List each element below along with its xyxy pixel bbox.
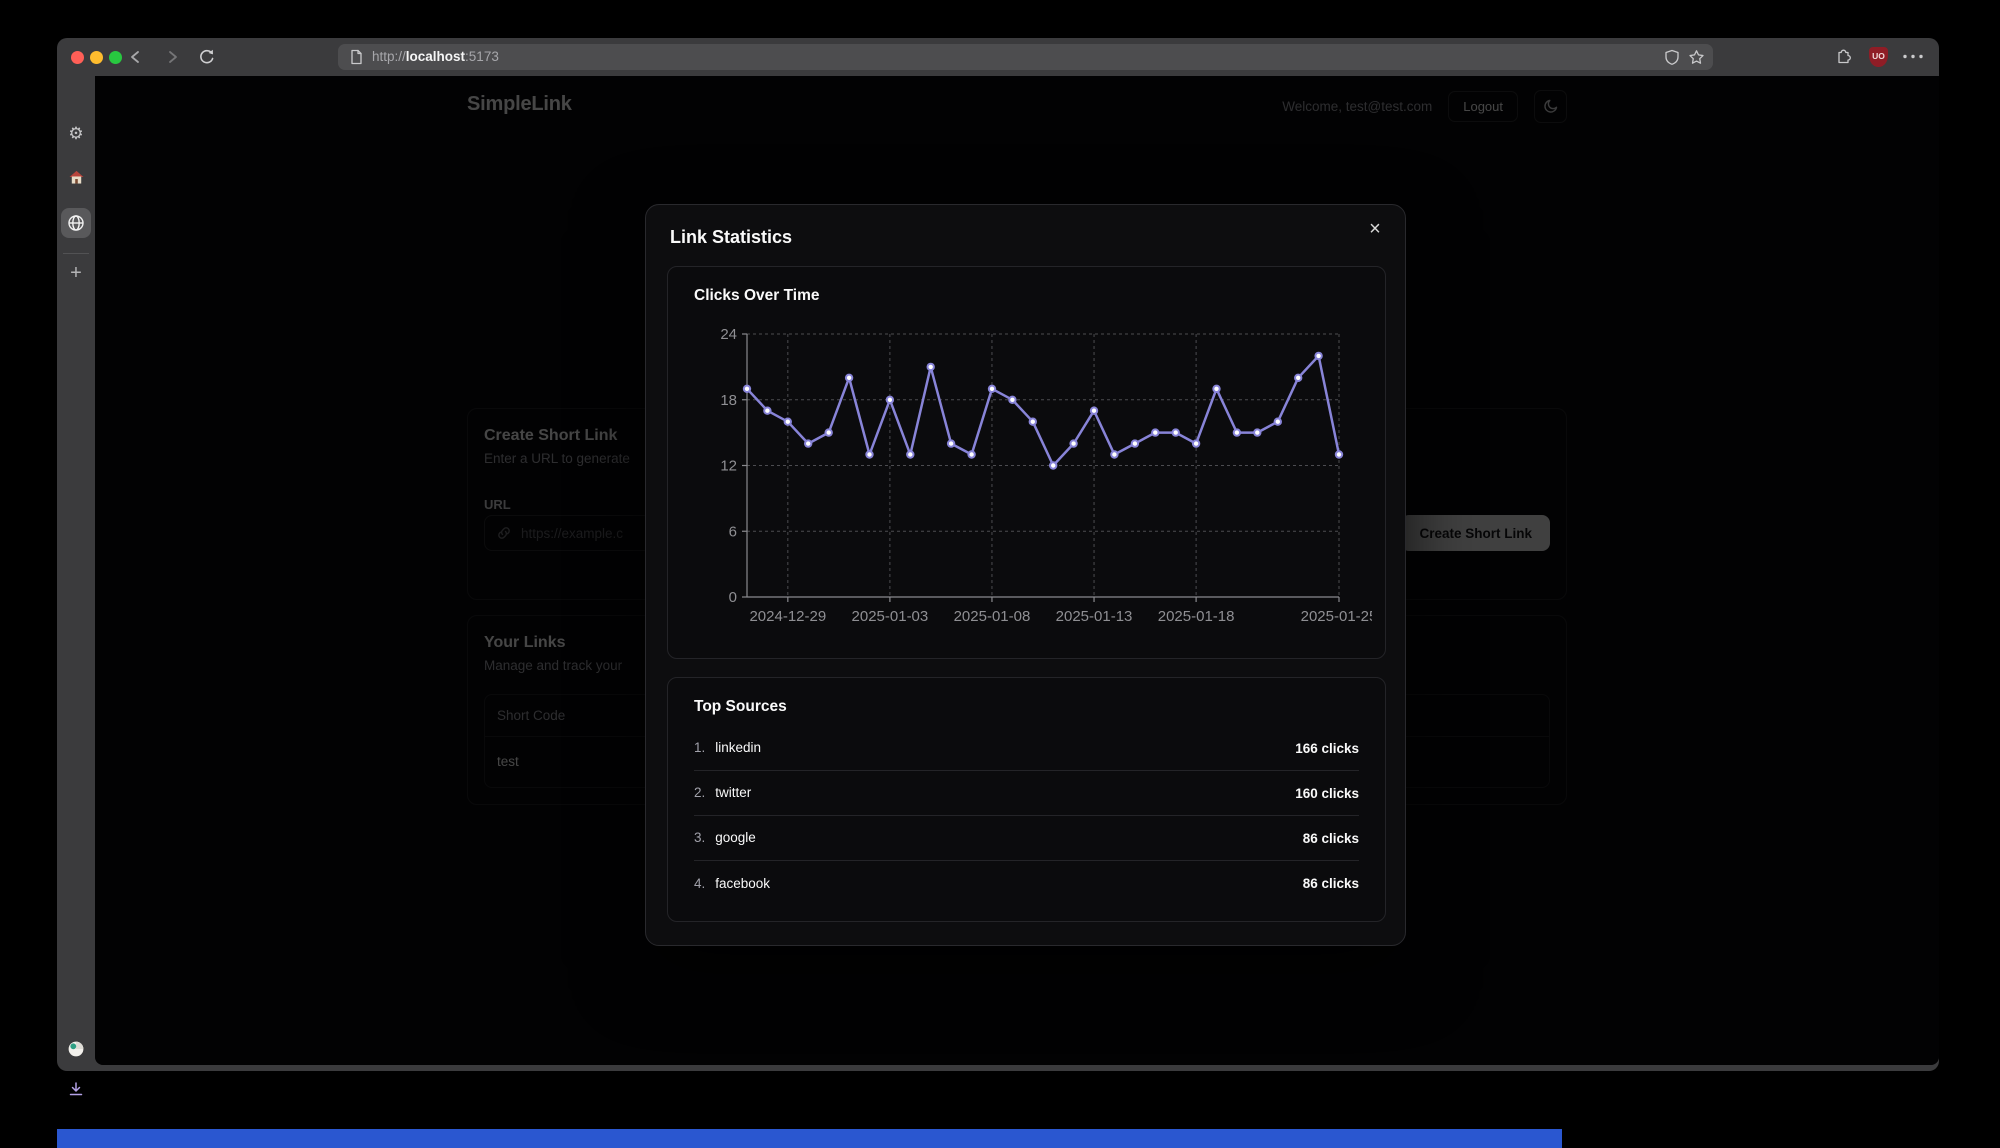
source-clicks: 166 clicks — [1295, 741, 1359, 756]
url-host: localhost — [406, 49, 465, 64]
back-icon[interactable] — [127, 48, 145, 66]
window-minimize-button[interactable] — [90, 51, 103, 64]
extensions-puzzle-icon[interactable] — [1834, 47, 1854, 67]
svg-text:2025-01-13: 2025-01-13 — [1056, 608, 1133, 625]
url-bar[interactable]: http://localhost:5173 — [338, 44, 1713, 70]
close-icon[interactable]: × — [1361, 215, 1389, 243]
page-content: SimpleLink Welcome, test@test.com Logout… — [95, 76, 1939, 1065]
downloads-icon[interactable] — [68, 1081, 84, 1097]
modal-title: Link Statistics — [670, 227, 792, 248]
url-scheme: http:// — [372, 49, 406, 64]
home-tab-icon[interactable] — [69, 170, 84, 184]
clicks-chart-panel: Clicks Over Time 0 6 12 18 24 2024-12-29 2025-… — [667, 266, 1386, 659]
browser-logo-icon[interactable] — [67, 1040, 85, 1058]
source-clicks: 86 clicks — [1303, 876, 1359, 891]
page-icon[interactable] — [349, 49, 364, 65]
link-statistics-modal: Link Statistics × Clicks Over Time 0 6 12 1… — [645, 204, 1406, 946]
adblock-shield-icon[interactable]: UO — [1869, 47, 1888, 67]
sources-title: Top Sources — [694, 698, 787, 716]
top-sources-panel: Top Sources 1. linkedin 166 clicks 2. twit… — [667, 677, 1386, 922]
list-item: 2. twitter 160 clicks — [694, 771, 1359, 816]
svg-text:18: 18 — [720, 392, 737, 409]
source-name: google — [715, 830, 756, 845]
source-clicks: 86 clicks — [1303, 831, 1359, 846]
source-rank: 3. — [694, 830, 705, 845]
svg-text:24: 24 — [720, 326, 737, 343]
globe-icon — [67, 214, 85, 232]
svg-text:6: 6 — [729, 523, 737, 540]
sidebar-divider — [63, 253, 89, 254]
browser-window: http://localhost:5173 UO ⚙ + — [57, 38, 1939, 1071]
svg-text:12: 12 — [720, 458, 737, 475]
more-menu-icon[interactable] — [1902, 54, 1924, 59]
url-text: http://localhost:5173 — [372, 44, 499, 70]
reload-icon[interactable] — [198, 48, 216, 66]
svg-text:2025-01-08: 2025-01-08 — [954, 608, 1031, 625]
forward-icon[interactable] — [163, 48, 181, 66]
svg-text:2024-12-29: 2024-12-29 — [749, 608, 826, 625]
bookmark-star-icon[interactable] — [1688, 49, 1705, 66]
new-tab-button[interactable]: + — [57, 262, 95, 285]
source-clicks: 160 clicks — [1295, 786, 1359, 801]
list-item: 1. linkedin 166 clicks — [694, 726, 1359, 771]
source-name: twitter — [715, 785, 751, 800]
tab-sidebar: ⚙ + — [57, 76, 95, 1071]
clicks-over-time-chart: 0 6 12 18 24 2024-12-29 2025-01-03 2025-01-08 20… — [682, 319, 1372, 631]
chart-title: Clicks Over Time — [694, 287, 820, 305]
source-rank: 4. — [694, 876, 705, 891]
tracking-shield-icon[interactable] — [1664, 49, 1680, 66]
background-window-strip — [57, 1129, 1562, 1148]
sources-list: 1. linkedin 166 clicks 2. twitter 160 clic… — [694, 726, 1359, 906]
list-item: 4. facebook 86 clicks — [694, 861, 1359, 906]
svg-text:0: 0 — [729, 589, 737, 606]
window-zoom-button[interactable] — [109, 51, 122, 64]
active-tab[interactable] — [61, 208, 91, 238]
source-name: facebook — [715, 876, 770, 891]
source-name: linkedin — [715, 740, 761, 755]
browser-toolbar: http://localhost:5173 UO — [57, 38, 1939, 76]
source-rank: 1. — [694, 740, 705, 755]
source-rank: 2. — [694, 785, 705, 800]
url-port: :5173 — [465, 49, 499, 64]
list-item: 3. google 86 clicks — [694, 816, 1359, 861]
svg-text:2025-01-03: 2025-01-03 — [852, 608, 929, 625]
settings-gear-icon[interactable]: ⚙ — [57, 124, 95, 144]
window-close-button[interactable] — [71, 51, 84, 64]
svg-text:2025-01-18: 2025-01-18 — [1158, 608, 1235, 625]
svg-text:2025-01-25: 2025-01-25 — [1301, 608, 1372, 625]
